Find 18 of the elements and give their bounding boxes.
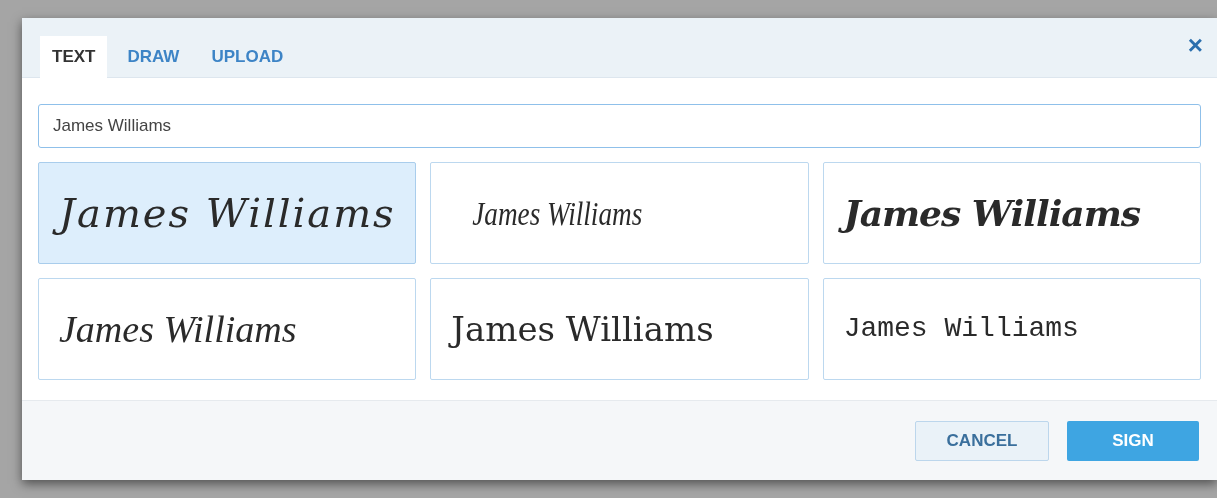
name-input-field[interactable]: James Williams <box>38 104 1201 148</box>
tab[interactable]: UPLOAD <box>199 36 296 78</box>
signature-text: James Williams <box>445 303 720 355</box>
signature-text: James Williams <box>471 193 644 234</box>
signature-option[interactable]: James Williams <box>38 278 417 380</box>
signature-option[interactable]: James Williams <box>822 162 1201 264</box>
cancel-button[interactable]: CANCEL <box>915 420 1049 461</box>
signature-text: James Williams <box>53 183 402 243</box>
signature-option[interactable]: James Williams <box>38 162 417 264</box>
signature-option[interactable]: James Williams <box>430 162 809 264</box>
tab[interactable]: TEXT <box>40 36 108 78</box>
signature-text: James Williams <box>837 186 1146 240</box>
signature-option[interactable]: James Williams <box>822 278 1201 380</box>
close-button[interactable]: × <box>1187 32 1203 58</box>
signature-option[interactable]: James Williams <box>430 278 809 380</box>
tab[interactable]: DRAW <box>115 36 192 78</box>
signature-text: James Williams <box>58 306 298 352</box>
signature-text: James Williams <box>842 312 1080 346</box>
